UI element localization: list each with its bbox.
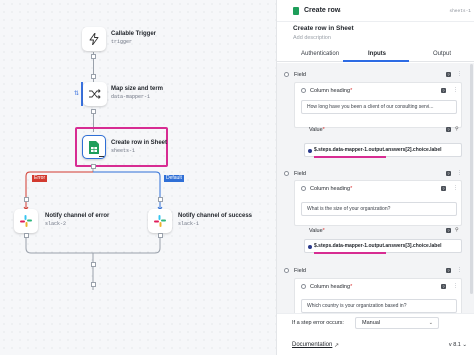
more-options-icon[interactable]: ⋮ <box>457 71 462 77</box>
input-port[interactable] <box>91 282 96 287</box>
slack-icon <box>154 215 166 227</box>
more-options-icon[interactable]: ⋮ <box>457 267 462 273</box>
variable-dot-icon <box>308 148 312 153</box>
version-label[interactable]: v 8.1 ⌄ <box>449 342 467 348</box>
more-options-icon[interactable]: ⋮ <box>457 170 462 176</box>
value-input[interactable]: $.steps.data-mapper-1.output.answers[2].… <box>304 143 462 157</box>
panel-tabs: Authentication Inputs Output <box>277 46 474 62</box>
field-label: Field <box>294 268 306 274</box>
more-options-icon[interactable]: ⋮ <box>453 283 458 289</box>
help-icon[interactable]: ? <box>446 171 451 176</box>
column-heading-radio[interactable] <box>301 284 306 289</box>
column-heading-radio[interactable] <box>301 88 306 93</box>
output-port[interactable] <box>24 233 29 238</box>
step-config-panel: Create row ⌄ sheets-1 Create row in Shee… <box>276 0 474 355</box>
help-icon[interactable]: ? <box>446 72 451 77</box>
transform-icon[interactable]: ⚲ <box>455 126 459 132</box>
documentation-link[interactable]: Documentation <box>292 342 332 348</box>
help-icon[interactable]: ? <box>446 127 451 132</box>
panel-footer: If a step error occurs: Manual ⌄ Documen… <box>277 313 474 355</box>
help-icon[interactable]: ? <box>446 268 451 273</box>
panel-header: Create row ⌄ sheets-1 <box>277 0 474 22</box>
column-heading-label: Column heading* <box>310 88 353 94</box>
highlight-underline <box>314 252 386 254</box>
error-branch-label: Error <box>32 175 48 182</box>
value-label: Value* <box>309 127 325 133</box>
slack-icon <box>20 215 32 227</box>
help-icon[interactable]: ? <box>441 88 446 93</box>
column-heading-input[interactable]: What is the size of your organization? <box>301 202 457 216</box>
column-heading-card: Column heading* ? ⋮ Which country is you… <box>294 278 462 313</box>
output-port[interactable] <box>158 233 163 238</box>
more-options-icon[interactable]: ⋮ <box>453 87 458 93</box>
help-icon[interactable]: ? <box>441 186 446 191</box>
highlight-underline <box>314 156 386 158</box>
column-heading-input[interactable]: Which country is your organization based… <box>301 299 457 313</box>
help-icon[interactable]: ? <box>441 284 446 289</box>
workflow-canvas[interactable]: Callable Trigger trigger ⇅ Map size and … <box>0 0 276 355</box>
slack-error-subtitle: slack-2 <box>45 221 67 227</box>
slack-success-node[interactable] <box>148 209 172 233</box>
default-branch-label: Default <box>164 175 184 182</box>
output-port[interactable] <box>91 164 96 169</box>
field-label: Field <box>294 72 306 78</box>
column-heading-card: Column heading* ? ⋮ How long have you be… <box>294 82 462 128</box>
help-icon[interactable]: ? <box>446 228 451 233</box>
tab-output[interactable]: Output <box>433 51 451 57</box>
google-sheets-icon <box>293 7 299 15</box>
slack-success-title: Notify channel of success <box>178 213 253 219</box>
output-port[interactable] <box>91 262 96 267</box>
external-link-icon[interactable]: ↗ <box>334 342 339 349</box>
value-label: Value* <box>309 228 325 234</box>
more-options-icon[interactable]: ⋮ <box>453 185 458 191</box>
input-port[interactable] <box>24 197 29 202</box>
slack-error-title: Notify channel of error <box>45 213 110 219</box>
slack-error-node[interactable] <box>14 209 38 233</box>
active-tab-indicator <box>343 60 409 62</box>
field-radio[interactable] <box>284 72 289 77</box>
column-heading-input[interactable]: How long have you been a client of our c… <box>301 100 457 114</box>
error-handling-select[interactable]: Manual ⌄ <box>355 317 439 329</box>
field-label: Field <box>294 171 306 177</box>
value-input[interactable]: $.steps.data-mapper-1.output.answers[3].… <box>304 239 462 253</box>
column-heading-label: Column heading* <box>310 186 353 192</box>
tab-authentication[interactable]: Authentication <box>301 51 339 57</box>
inputs-content[interactable]: Field ? ⋮ Column heading* ? ⋮ How long h… <box>277 63 474 313</box>
description-input[interactable]: Add description <box>293 35 331 41</box>
slack-success-subtitle: slack-1 <box>178 221 200 227</box>
field-radio[interactable] <box>284 171 289 176</box>
input-port[interactable] <box>158 197 163 202</box>
panel-title[interactable]: Create row <box>304 7 340 14</box>
transform-icon[interactable]: ⚲ <box>455 227 459 233</box>
column-heading-card: Column heading* ? ⋮ What is the size of … <box>294 180 462 226</box>
scrollbar[interactable] <box>470 64 473 294</box>
column-heading-radio[interactable] <box>301 186 306 191</box>
chevron-down-icon[interactable]: ⌄ <box>337 7 342 14</box>
field-radio[interactable] <box>284 268 289 273</box>
step-id: sheets-1 <box>449 9 471 14</box>
chevron-down-icon: ⌄ <box>428 320 433 326</box>
column-heading-label: Column heading* <box>310 284 353 290</box>
step-name[interactable]: Create row in Sheet <box>293 25 354 32</box>
tab-inputs[interactable]: Inputs <box>368 51 386 57</box>
error-handling-label: If a step error occurs: <box>292 320 344 326</box>
variable-dot-icon <box>308 244 312 249</box>
